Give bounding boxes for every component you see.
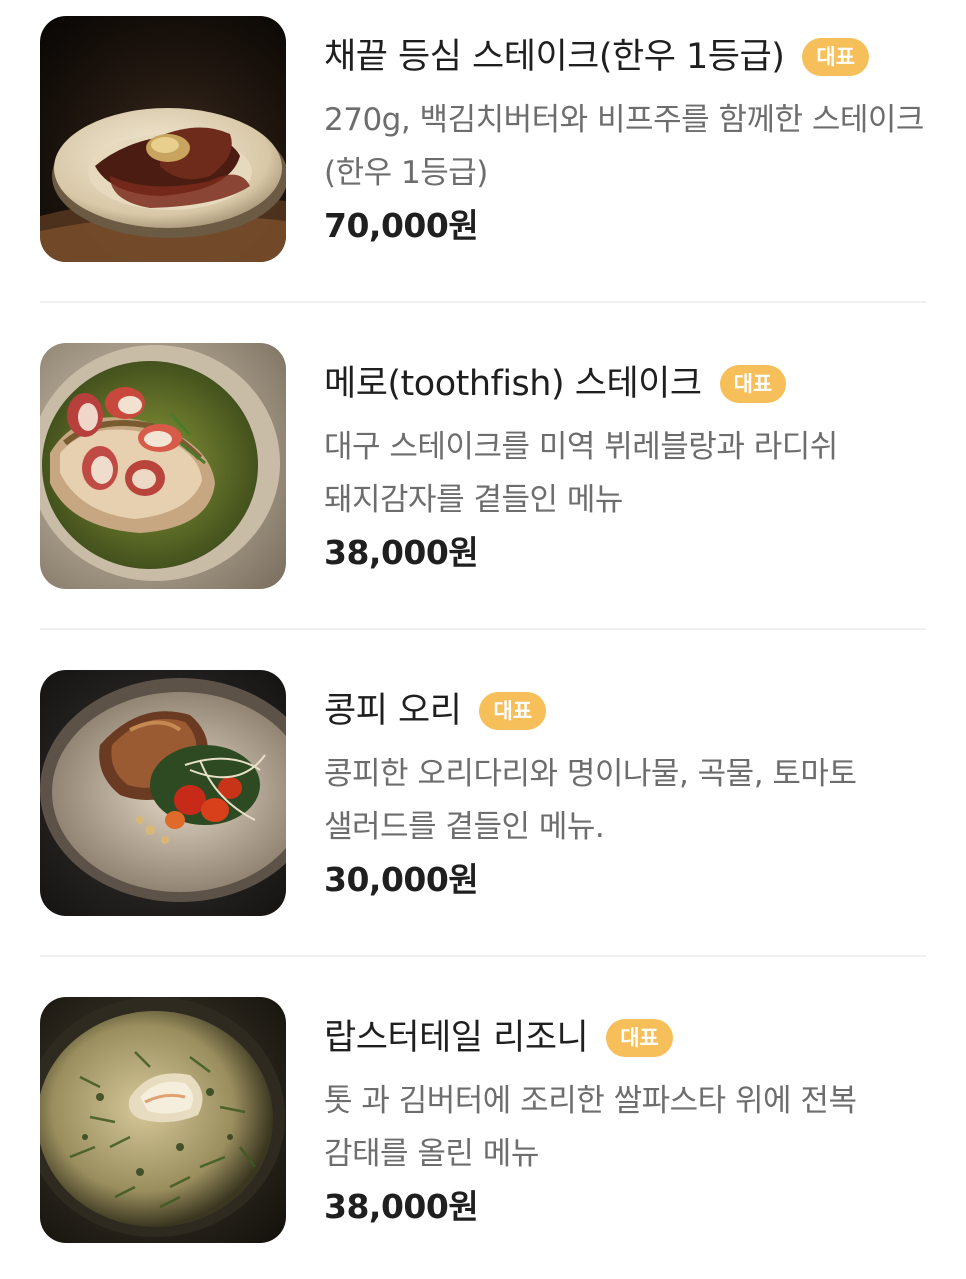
menu-item[interactable]: 채끝 등심 스테이크(한우 1등급) 대표 270g, 백김치버터와 비프주를 … [40, 16, 926, 262]
menu-item[interactable]: 콩피 오리 대표 콩피한 오리다리와 명이나물, 곡물, 토마토 샐러드를 곁들… [40, 670, 926, 916]
menu-item-description: 톳 과 김버터에 조리한 쌀파스타 위에 전복 감태를 올린 메뉴 [324, 1083, 857, 1172]
menu-item-title: 메로(toothfish) 스테이크 [324, 364, 702, 404]
signature-badge: 대표 [479, 692, 547, 730]
signature-badge: 대표 [719, 365, 787, 403]
signature-badge: 대표 [606, 1019, 673, 1057]
menu-item-photo [40, 343, 286, 589]
title-row: 랍스터테일 리조니 대표 [324, 1015, 673, 1061]
menu-item-description: 콩피한 오리다리와 명이나물, 곡물, 토마토 샐러드를 곁들인 메뉴. [324, 756, 857, 845]
menu-item-photo [40, 997, 286, 1243]
title-row: 채끝 등심 스테이크(한우 1등급) 대표 [324, 34, 869, 80]
divider [40, 301, 926, 303]
menu-item-price: 70,000원 [324, 206, 479, 245]
menu-item[interactable]: 메로(toothfish) 스테이크 대표 대구 스테이크를 미역 뷔레블랑과 … [40, 343, 926, 589]
signature-badge: 대표 [802, 38, 869, 76]
menu-item-photo [40, 16, 286, 262]
menu-item-price: 38,000원 [324, 533, 479, 572]
menu-item-price: 30,000원 [324, 860, 479, 899]
menu-item-price: 38,000원 [324, 1187, 479, 1226]
menu-item-title: 랍스터테일 리조니 [324, 1018, 589, 1058]
divider [40, 955, 926, 957]
menu-item-photo [40, 670, 286, 916]
menu-item[interactable]: 랍스터테일 리조니 대표 톳 과 김버터에 조리한 쌀파스타 위에 전복 감태를… [40, 997, 926, 1243]
menu-item-title: 콩피 오리 [324, 691, 462, 731]
menu-item-description: 270g, 백김치버터와 비프주를 함께한 스테이크(한우 1등급) [324, 102, 924, 191]
menu-item-title: 채끝 등심 스테이크(한우 1등급) [324, 37, 785, 77]
title-row: 콩피 오리 대표 [324, 688, 547, 734]
menu-item-description: 대구 스테이크를 미역 뷔레블랑과 라디쉬 돼지감자를 곁들인 메뉴 [324, 429, 838, 518]
divider [40, 628, 926, 630]
title-row: 메로(toothfish) 스테이크 대표 [324, 361, 787, 407]
menu-list: 채끝 등심 스테이크(한우 1등급) 대표 270g, 백김치버터와 비프주를 … [0, 0, 966, 1279]
